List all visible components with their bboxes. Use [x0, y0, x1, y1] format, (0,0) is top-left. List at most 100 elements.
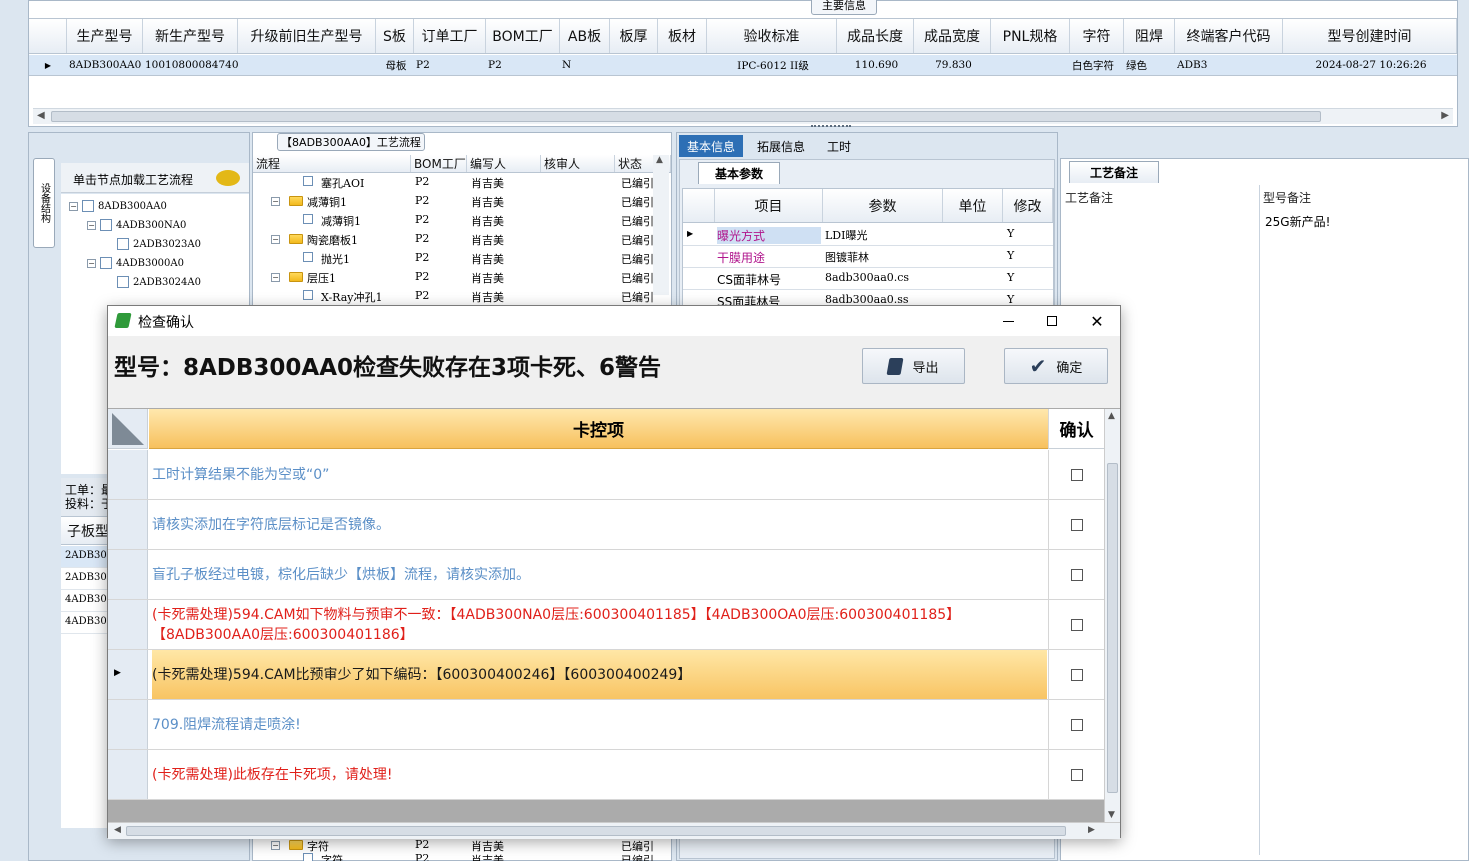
top-cell[interactable]: P2: [488, 55, 560, 75]
hscroll-thumb[interactable]: [126, 826, 1066, 836]
params-col-header[interactable]: 项目: [715, 189, 823, 222]
top-col-header[interactable]: 板厚: [610, 19, 658, 53]
top-col-header[interactable]: 升级前旧生产型号: [238, 19, 376, 53]
flow-col-header[interactable]: 核审人: [541, 155, 615, 172]
tree-node[interactable]: −4ADB3000A0: [87, 257, 184, 269]
tree-node-root[interactable]: −8ADB300AA0: [69, 200, 167, 212]
top-hscrollbar[interactable]: ◀ ▶: [33, 108, 1453, 124]
params-col-header[interactable]: 参数: [823, 189, 943, 222]
tab-extended-info[interactable]: 拓展信息: [749, 135, 813, 157]
top-cell[interactable]: P2: [416, 55, 486, 75]
check-row[interactable]: (卡死需处理)此板存在卡死项，请处理!: [108, 750, 1104, 800]
top-panel-tab[interactable]: 主要信息: [811, 0, 877, 15]
params-col-header[interactable]: 修改: [1003, 189, 1053, 222]
row-selector[interactable]: [108, 550, 148, 599]
splitter-handle[interactable]: [811, 125, 851, 131]
confirm-checkbox[interactable]: [1070, 568, 1083, 581]
flow-row[interactable]: − 陶瓷磨板1 P2 肖吉美 已编引: [253, 230, 673, 249]
top-col-header[interactable]: 字符: [1070, 19, 1124, 53]
top-cell[interactable]: [240, 55, 376, 75]
top-cell[interactable]: 8ADB300AA0: [69, 55, 143, 75]
top-col-header[interactable]: 终端客户代码: [1175, 19, 1283, 53]
collapse-icon[interactable]: −: [271, 841, 280, 850]
flow-vscrollbar[interactable]: ▲: [653, 155, 669, 295]
model-remark-text[interactable]: 25G新产品!: [1265, 213, 1330, 230]
flow-row[interactable]: 塞孔AOI P2 肖吉美 已编引: [253, 173, 673, 192]
top-cell[interactable]: 2024-08-27 10:26:26: [1285, 55, 1457, 75]
top-cell[interactable]: 79.830: [916, 55, 991, 75]
check-row[interactable]: 请核实添加在字符底层标记是否镜像。: [108, 500, 1104, 550]
params-row[interactable]: CS面菲林号 8adb300aa0.cs Y: [683, 268, 1053, 290]
tab-basic-info[interactable]: 基本信息: [679, 135, 743, 157]
flow-col-header[interactable]: 流程: [253, 155, 411, 172]
check-row[interactable]: (卡死需处理)594.CAM如下物料与预审不一致：【4ADB300NA0层压:6…: [108, 600, 1104, 650]
vertical-tab-device-structure[interactable]: 设备结构: [33, 158, 55, 248]
flow-col-header[interactable]: 编写人: [467, 155, 541, 172]
confirm-button[interactable]: ✔ 确定: [1004, 348, 1108, 384]
check-grid-hscrollbar[interactable]: ◀ ▶: [108, 822, 1120, 839]
maximize-button[interactable]: [1032, 306, 1072, 336]
top-col-header[interactable]: 订单工厂: [414, 19, 486, 53]
export-button[interactable]: 导出: [862, 348, 965, 384]
close-button[interactable]: ✕: [1076, 306, 1118, 336]
collapse-icon[interactable]: −: [271, 197, 280, 206]
params-col-header[interactable]: 单位: [943, 189, 1003, 222]
top-col-header[interactable]: PNL规格: [991, 19, 1070, 53]
flow-row[interactable]: 减薄铜1 P2 肖吉美 已编引: [253, 211, 673, 230]
confirm-checkbox[interactable]: [1070, 518, 1083, 531]
flow-col-header[interactable]: BOM工厂: [411, 155, 467, 172]
flow-row[interactable]: − 层压1 P2 肖吉美 已编引: [253, 268, 673, 287]
tree-node[interactable]: 2ADB3023A0: [117, 238, 201, 250]
tree-node[interactable]: −4ADB300NA0: [87, 219, 186, 231]
tab-work-hours[interactable]: 工时: [817, 135, 861, 157]
row-selector[interactable]: [108, 600, 148, 649]
collapse-icon[interactable]: −: [271, 235, 280, 244]
check-grid-vscrollbar[interactable]: ▲ ▼: [1104, 409, 1120, 822]
top-col-header[interactable]: 板材: [658, 19, 707, 53]
top-col-header[interactable]: 新生产型号: [143, 19, 238, 53]
top-cell[interactable]: [993, 55, 1070, 75]
minimize-button[interactable]: [988, 306, 1028, 336]
top-cell[interactable]: 10010800084740: [145, 55, 238, 75]
top-grid-row[interactable]: ▶ 8ADB300AA0 10010800084740 母板 P2 P2 N IPC-6012…: [29, 55, 1457, 76]
top-cell[interactable]: [660, 55, 707, 75]
tree-node[interactable]: 2ADB3024A0: [117, 276, 201, 288]
top-cell[interactable]: 110.690: [839, 55, 914, 75]
top-cell[interactable]: 白色字符: [1072, 55, 1124, 75]
dialog-titlebar[interactable]: 检查确认 ✕: [108, 306, 1120, 336]
confirm-checkbox[interactable]: [1070, 618, 1083, 631]
row-selector[interactable]: ▶: [108, 650, 148, 699]
flow-panel-title[interactable]: 【8ADB300AA0】工艺流程: [277, 133, 425, 151]
top-cell[interactable]: [612, 55, 658, 75]
flow-row[interactable]: 字符 P2 肖吉美 已编引: [253, 850, 673, 861]
col-header-confirm[interactable]: 确认: [1048, 409, 1104, 449]
row-selector[interactable]: [108, 700, 148, 749]
collapse-icon[interactable]: −: [271, 273, 280, 282]
top-cell[interactable]: 母板: [378, 55, 414, 75]
check-row[interactable]: 709.阻焊流程请走喷涂!: [108, 700, 1104, 750]
top-col-header[interactable]: 成品长度: [837, 19, 914, 53]
top-cell[interactable]: N: [562, 55, 610, 75]
top-col-header[interactable]: 生产型号: [67, 19, 143, 53]
row-selector[interactable]: [108, 450, 148, 499]
top-col-header[interactable]: S板: [376, 19, 414, 53]
col-header-control-item[interactable]: 卡控项: [149, 409, 1048, 449]
check-row[interactable]: ▶ (卡死需处理)594.CAM比预审少了如下编码：【600300400246】【…: [108, 650, 1104, 700]
tab-basic-params[interactable]: 基本参数: [698, 162, 780, 184]
top-col-header[interactable]: BOM工厂: [486, 19, 560, 53]
top-cell[interactable]: 绿色: [1126, 55, 1175, 75]
tab-process-remark[interactable]: 工艺备注: [1069, 161, 1159, 183]
params-row[interactable]: ▶ 曝光方式 LDI曝光 Y: [683, 224, 1053, 246]
confirm-checkbox[interactable]: [1070, 768, 1083, 781]
top-col-header[interactable]: 验收标准: [707, 19, 837, 53]
check-row[interactable]: 盲孔子板经过电镀，棕化后缺少【烘板】流程，请核实添加。: [108, 550, 1104, 600]
top-hscroll-thumb[interactable]: [51, 111, 1321, 122]
top-col-header[interactable]: 成品宽度: [914, 19, 991, 53]
top-col-header[interactable]: 型号创建时间: [1283, 19, 1457, 53]
top-cell[interactable]: ADB3: [1177, 55, 1283, 75]
confirm-checkbox[interactable]: [1070, 668, 1083, 681]
params-row[interactable]: 干膜用途 图镀菲林 Y: [683, 246, 1053, 268]
confirm-checkbox[interactable]: [1070, 468, 1083, 481]
top-col-header[interactable]: 阻焊: [1124, 19, 1175, 53]
top-cell[interactable]: IPC-6012 II级: [709, 55, 837, 75]
